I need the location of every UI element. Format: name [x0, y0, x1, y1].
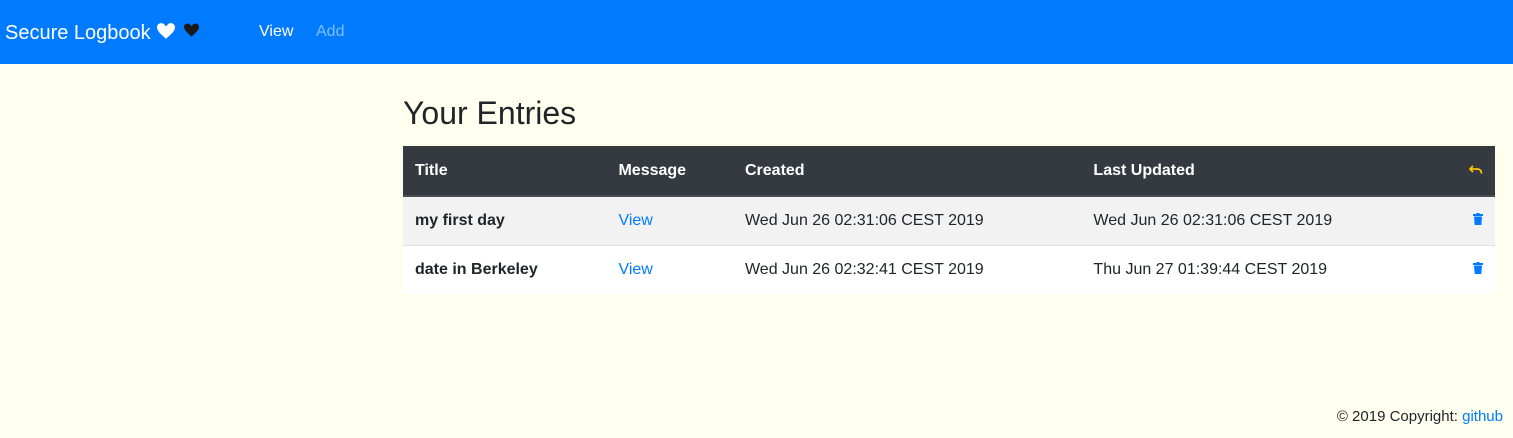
column-header-message: Message	[606, 146, 733, 197]
page-title: Your Entries	[403, 95, 577, 131]
entry-title: my first day	[403, 195, 607, 245]
nav-add-link[interactable]: Add	[316, 22, 344, 42]
column-header-updated: Last Updated	[1081, 146, 1424, 197]
heart-icon[interactable]	[184, 23, 200, 39]
github-link[interactable]: github	[1462, 408, 1503, 425]
view-message-link[interactable]: View	[618, 261, 652, 278]
nav-view-link[interactable]: View	[259, 22, 293, 42]
heart-icon	[156, 20, 175, 46]
view-message-link[interactable]: View	[618, 212, 652, 229]
table-row: date in Berkeley View Wed Jun 26 02:32:4…	[403, 244, 1495, 294]
copyright-text: © 2019 Copyright:	[1336, 408, 1463, 425]
undo-icon[interactable]	[1468, 162, 1483, 180]
column-header-created: Created	[732, 146, 1082, 197]
column-header-title: Title	[403, 146, 607, 197]
trash-icon[interactable]	[1472, 212, 1483, 230]
updated-date: Wed Jun 26 02:31:06 CEST 2019	[1081, 195, 1424, 245]
message-cell: View	[606, 195, 733, 245]
trash-icon[interactable]	[1472, 261, 1483, 279]
table-header-row: Title Message Created Last Updated	[403, 146, 1495, 197]
entry-title: date in Berkeley	[403, 244, 607, 294]
message-cell: View	[606, 244, 733, 294]
created-date: Wed Jun 26 02:32:41 CEST 2019	[732, 244, 1082, 294]
actions-cell	[1423, 244, 1495, 294]
created-date: Wed Jun 26 02:31:06 CEST 2019	[732, 195, 1082, 245]
actions-cell	[1423, 195, 1495, 245]
column-header-actions	[1423, 146, 1495, 197]
entries-table: Title Message Created Last Updated my fi…	[403, 146, 1495, 294]
table-row: my first day View Wed Jun 26 02:31:06 CE…	[403, 195, 1495, 245]
updated-date: Thu Jun 27 01:39:44 CEST 2019	[1081, 244, 1424, 294]
navbar: Secure Logbook View Add	[0, 0, 1513, 64]
brand-title: Secure Logbook	[5, 22, 151, 44]
footer: © 2019 Copyright: github	[1337, 408, 1503, 426]
brand-link[interactable]: Secure Logbook	[5, 20, 175, 46]
